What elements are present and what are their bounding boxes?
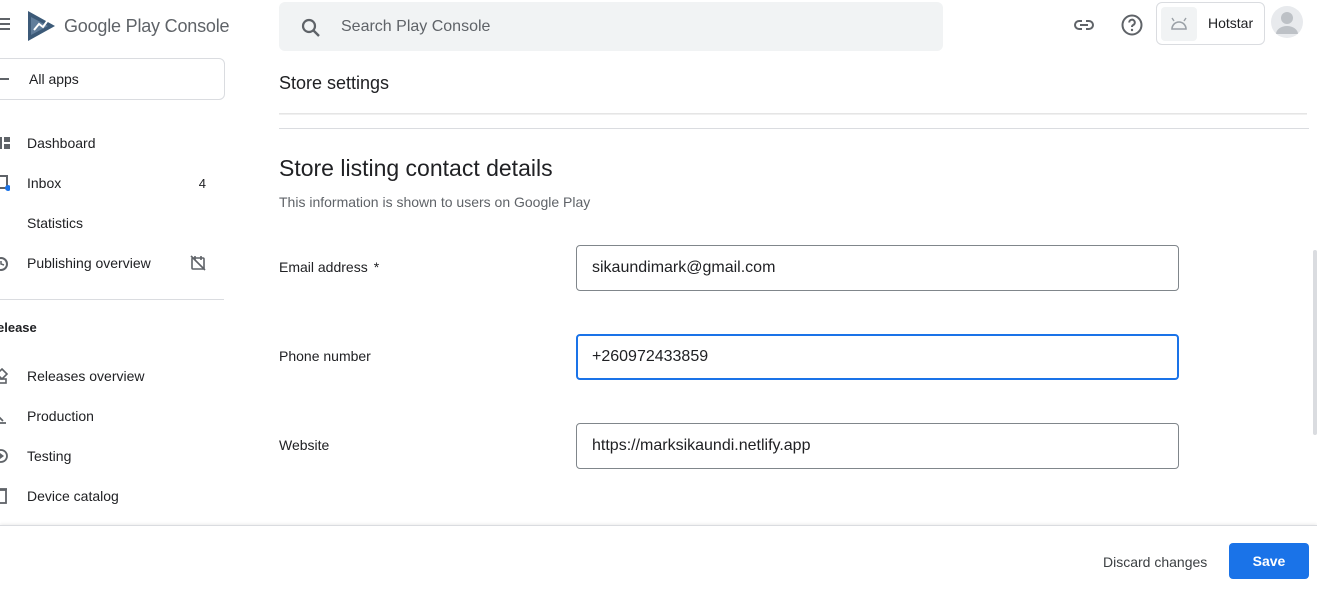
logo-text: Google Play Console: [64, 15, 230, 36]
website-label: Website: [279, 437, 330, 453]
save-button[interactable]: Save: [1229, 543, 1309, 579]
app-icon: [1161, 7, 1197, 41]
required-mark: *: [373, 259, 380, 275]
search-bar[interactable]: [279, 2, 943, 51]
account-icon: [1276, 12, 1298, 34]
sidebar-item-label: Inbox: [27, 175, 62, 191]
sidebar-item-label: Testing: [27, 448, 72, 464]
email-label-text: Email address: [279, 259, 368, 275]
search-icon: [301, 18, 320, 37]
sidebar-item-label: Dashboard: [27, 135, 96, 151]
sidebar-item-device-catalog[interactable]: Device catalog: [0, 476, 224, 516]
sidebar-section-heading: elease: [0, 320, 37, 335]
header-shadow: [279, 113, 1307, 115]
discard-changes-button[interactable]: Discard changes: [1092, 544, 1218, 580]
sidebar-item-dashboard[interactable]: Dashboard: [0, 123, 224, 163]
sidebar-divider: [0, 299, 224, 300]
email-field[interactable]: [576, 245, 1179, 291]
statistics-icon: [0, 215, 10, 231]
app-name: Hotstar: [1208, 15, 1254, 31]
sidebar-item-production[interactable]: Production: [0, 396, 224, 436]
sidebar-item-inbox[interactable]: Inbox 4: [0, 163, 224, 203]
play-console-logo-icon: [28, 11, 55, 41]
scrollbar[interactable]: [1313, 250, 1317, 435]
section-title: Store listing contact details: [279, 155, 553, 181]
all-apps-button[interactable]: All apps: [0, 58, 225, 100]
publishing-overview-icon: [0, 257, 8, 271]
avatar[interactable]: [1271, 6, 1303, 38]
header-divider: [279, 128, 1309, 129]
production-icon: [0, 416, 6, 424]
phone-label: Phone number: [279, 348, 371, 364]
dashboard-icon: [0, 137, 10, 149]
website-field[interactable]: [576, 423, 1179, 469]
back-arrow-icon: [0, 78, 9, 80]
app-selector-button[interactable]: Hotstar: [1156, 2, 1265, 45]
email-label: Email address *: [279, 259, 379, 275]
android-icon: [1171, 17, 1187, 30]
section-description: This information is shown to users on Go…: [279, 194, 591, 210]
sidebar-item-releases-overview[interactable]: Releases overview: [0, 356, 224, 396]
testing-icon: [0, 449, 8, 463]
inbox-count-badge: 4: [198, 175, 206, 191]
sidebar-item-label: Publishing overview: [27, 255, 151, 271]
action-footer: Discard changes Save: [0, 525, 1317, 594]
phone-field[interactable]: [576, 334, 1179, 380]
help-icon[interactable]: [1120, 13, 1144, 37]
page-title: Store settings: [279, 73, 390, 93]
sidebar-item-label: Releases overview: [27, 368, 145, 384]
search-input[interactable]: [341, 14, 901, 40]
menu-icon[interactable]: [0, 18, 10, 32]
link-icon[interactable]: [1072, 13, 1096, 37]
all-apps-label: All apps: [29, 71, 79, 87]
sidebar-item-testing[interactable]: Testing: [0, 436, 224, 476]
sidebar-item-label: Production: [27, 408, 94, 424]
releases-overview-icon: [0, 368, 9, 384]
sidebar-item-label: Statistics: [27, 215, 84, 231]
inbox-icon: [0, 175, 10, 191]
sidebar-item-statistics[interactable]: Statistics: [0, 203, 224, 243]
device-catalog-icon: [0, 488, 7, 504]
sidebar-item-label: Device catalog: [27, 488, 119, 504]
play-console-logo[interactable]: Google Play Console: [28, 11, 230, 41]
sidebar-item-publishing-overview[interactable]: Publishing overview: [0, 243, 224, 283]
managed-publishing-off-icon: [190, 255, 206, 271]
